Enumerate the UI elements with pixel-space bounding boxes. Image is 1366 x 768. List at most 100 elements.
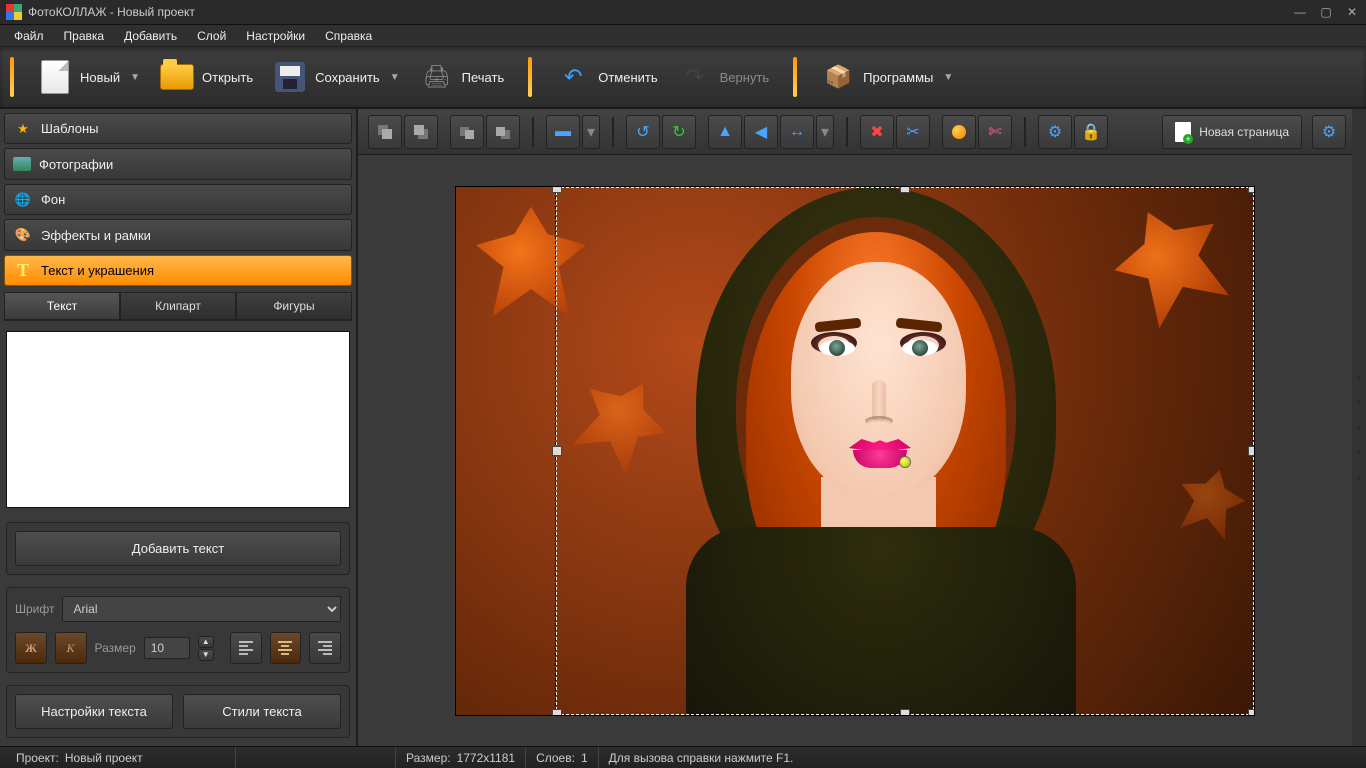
align-right-button[interactable] (309, 632, 341, 664)
crop-button[interactable]: ✂ (896, 115, 930, 149)
accordion-effects[interactable]: 🎨 Эффекты и рамки (4, 219, 352, 250)
print-button[interactable]: 🖨 Печать (410, 56, 515, 98)
subtab-shapes[interactable]: Фигуры (236, 292, 352, 320)
size-label: Размер (95, 641, 136, 655)
title-bar: ФотоКОЛЛАЖ - Новый проект — ▢ ✕ (0, 0, 1366, 25)
canvas[interactable] (455, 186, 1255, 716)
sphere-icon (952, 125, 966, 139)
rotate-ccw-button[interactable]: ↺ (626, 115, 660, 149)
menu-edit[interactable]: Правка (54, 26, 115, 46)
menu-help[interactable]: Справка (315, 26, 382, 46)
subtab-text[interactable]: Текст (4, 292, 120, 320)
redo-button[interactable]: ↷ Вернуть (668, 56, 780, 98)
canvas-stage[interactable] (358, 155, 1352, 746)
resize-handle-ne[interactable] (1248, 186, 1255, 193)
programs-button[interactable]: 📦 Программы ▼ (811, 56, 963, 98)
subtabs: Текст Клипарт Фигуры (4, 292, 352, 321)
align-left-button[interactable] (230, 632, 262, 664)
accordion-label: Фон (41, 192, 65, 207)
resize-handle-w[interactable] (552, 446, 562, 456)
window-title: ФотоКОЛЛАЖ - Новый проект (28, 5, 1292, 19)
open-label: Открыть (202, 70, 253, 85)
accordion-background[interactable]: 🌐 Фон (4, 184, 352, 215)
resize-handle-n[interactable] (900, 186, 910, 193)
settings-button[interactable]: ⚙ (1038, 115, 1072, 149)
fit-dropdown[interactable]: ▾ (816, 115, 834, 149)
cut-button[interactable]: ✄ (978, 115, 1012, 149)
italic-button[interactable]: К (55, 632, 87, 664)
open-button[interactable]: Открыть (150, 56, 263, 98)
right-collapsed-panel[interactable]: ‹ ‹ ‹ ‹ ‹ (1352, 109, 1366, 746)
send-back-button[interactable] (404, 115, 438, 149)
size-down[interactable]: ▼ (198, 649, 214, 661)
photo-icon (13, 157, 31, 171)
font-panel: Шрифт Arial Ж К Размер ▲ ▼ (6, 587, 350, 673)
accordion-label: Фотографии (39, 157, 113, 172)
flip-v-button[interactable]: ◀ (744, 115, 778, 149)
forward-button[interactable] (450, 115, 484, 149)
printer-icon: 🖨 (420, 60, 454, 94)
resize-handle-e[interactable] (1248, 446, 1255, 456)
font-select[interactable]: Arial (62, 596, 341, 622)
status-project-label: Проект: (16, 751, 59, 765)
minimize-button[interactable]: — (1292, 5, 1308, 19)
delete-button[interactable]: ✖ (860, 115, 894, 149)
new-button[interactable]: Новый ▼ (28, 56, 150, 98)
subtab-clipart[interactable]: Клипарт (120, 292, 236, 320)
folder-open-icon (160, 64, 194, 90)
accordion-label: Шаблоны (41, 121, 99, 136)
rotate-cw-button[interactable]: ↻ (662, 115, 696, 149)
size-input[interactable] (144, 637, 190, 659)
lock-button[interactable]: 🔒 (1074, 115, 1108, 149)
status-bar: Проект: Новый проект Размер: 1772x1181 С… (0, 746, 1366, 768)
add-text-button[interactable]: Добавить текст (15, 531, 341, 566)
chevron-left-icon: ‹ (1357, 447, 1360, 458)
rotate-handle[interactable] (899, 456, 911, 468)
fit-width-button[interactable]: ↔ (780, 115, 814, 149)
close-button[interactable]: ✕ (1344, 5, 1360, 19)
align-button[interactable]: ▬ (546, 115, 580, 149)
maximize-button[interactable]: ▢ (1318, 5, 1334, 19)
new-page-button[interactable]: + Новая страница (1162, 115, 1302, 149)
menu-add[interactable]: Добавить (114, 26, 187, 46)
save-button[interactable]: Сохранить ▼ (263, 56, 410, 98)
text-buttons-panel: Настройки текста Стили текста (6, 685, 350, 738)
menu-file[interactable]: Файл (4, 26, 54, 46)
palette-icon: 🎨 (13, 225, 33, 245)
accordion-photos[interactable]: Фотографии (4, 148, 352, 179)
resize-handle-s[interactable] (900, 709, 910, 716)
flip-h-button[interactable]: ▲ (708, 115, 742, 149)
globe-icon: 🌐 (13, 190, 33, 210)
text-settings-button[interactable]: Настройки текста (15, 694, 173, 729)
left-sidebar: ★ Шаблоны Фотографии 🌐 Фон 🎨 Эффекты и р… (0, 109, 358, 746)
size-up[interactable]: ▲ (198, 636, 214, 648)
accordion-label: Эффекты и рамки (41, 228, 151, 243)
chevron-left-icon: ‹ (1357, 372, 1360, 383)
resize-handle-se[interactable] (1248, 709, 1255, 716)
align-dropdown[interactable]: ▾ (582, 115, 600, 149)
undo-button[interactable]: ↶ Отменить (546, 56, 667, 98)
save-icon (275, 62, 305, 92)
bring-front-button[interactable] (368, 115, 402, 149)
page-settings-button[interactable]: ⚙ (1312, 115, 1346, 149)
text-styles-button[interactable]: Стили текста (183, 694, 341, 729)
box-icon: 📦 (821, 60, 855, 94)
bold-button[interactable]: Ж (15, 632, 47, 664)
backward-button[interactable] (486, 115, 520, 149)
resize-handle-nw[interactable] (552, 186, 562, 193)
accordion-templates[interactable]: ★ Шаблоны (4, 113, 352, 144)
workspace: ▬ ▾ ↺ ↻ ▲ ◀ ↔ ▾ ✖ ✂ ✄ (358, 109, 1352, 746)
menu-layer[interactable]: Слой (187, 26, 236, 46)
menu-settings[interactable]: Настройки (236, 26, 315, 46)
new-page-label: Новая страница (1199, 125, 1289, 139)
color-button[interactable] (942, 115, 976, 149)
align-center-button[interactable] (270, 632, 302, 664)
new-label: Новый (80, 70, 120, 85)
dropdown-arrow-icon: ▼ (390, 72, 400, 83)
menu-bar: Файл Правка Добавить Слой Настройки Спра… (0, 25, 1366, 47)
selection-box[interactable] (556, 187, 1254, 715)
canvas-toolbar: ▬ ▾ ↺ ↻ ▲ ◀ ↔ ▾ ✖ ✂ ✄ (358, 109, 1352, 155)
resize-handle-sw[interactable] (552, 709, 562, 716)
accordion-text-decor[interactable]: T Текст и украшения (4, 255, 352, 286)
toolbar-separator (793, 57, 797, 97)
